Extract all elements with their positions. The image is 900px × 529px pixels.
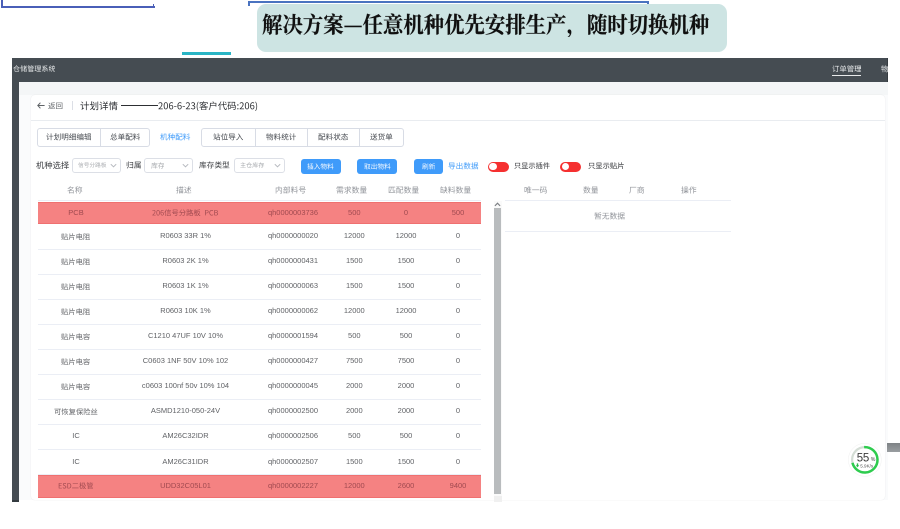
svg-text:%: % (871, 457, 876, 463)
svg-text:5.9K/s: 5.9K/s (860, 464, 874, 469)
